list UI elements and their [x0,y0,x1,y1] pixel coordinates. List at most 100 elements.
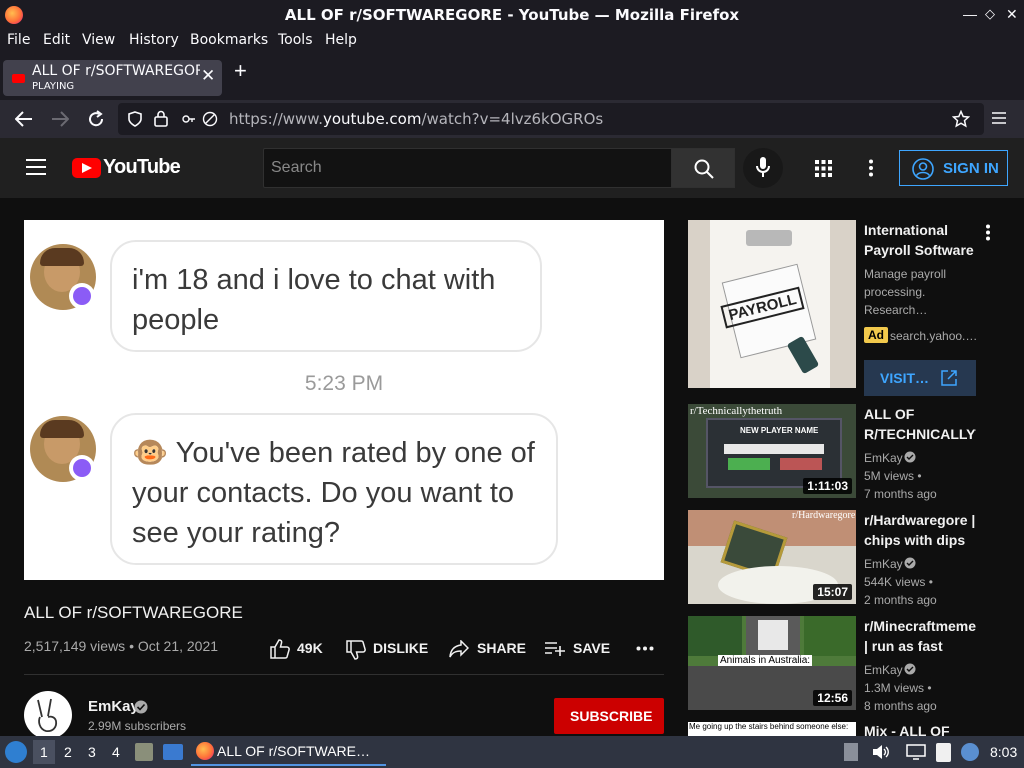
browser-tab[interactable]: ALL OF r/SOFTWAREGOR PLAYING ✕ [3,60,222,96]
workspace-1[interactable]: 1 [40,744,48,760]
channel-name[interactable]: EmKay [864,555,903,573]
thumb-caption: r/Technicallythetruth [690,405,783,417]
menu-file[interactable]: File [7,32,30,48]
video-thumbnail[interactable]: Animals in Australia: 12:56 [688,616,856,710]
video-thumbnail[interactable]: r/Hardwaregore 15:07 [688,510,856,604]
account-icon [912,158,934,180]
video-thumbnail[interactable]: Me going up the stairs behind someone el… [688,722,856,736]
notification-icon[interactable] [961,743,979,761]
external-link-icon [941,370,957,386]
back-icon[interactable] [15,111,33,127]
permissions-icon[interactable] [182,112,196,126]
playlist-add-icon [545,642,565,656]
window-title: ALL OF r/SOFTWAREGORE - YouTube — Mozill… [284,6,740,24]
video-title[interactable]: Mix - ALL OF [864,722,976,736]
youtube-header: YouTube Search SIGN IN [0,138,1024,198]
search-input[interactable]: Search [263,148,672,188]
firefox-icon [196,742,214,760]
video-duration: 12:56 [813,690,852,706]
menu-edit[interactable]: Edit [43,32,70,48]
forward-icon[interactable] [51,111,69,127]
thumb-caption: r/Hardwaregore [792,510,856,521]
ad-badge: Ad [864,327,888,343]
thumbs-up-icon [270,639,290,659]
menu-view[interactable]: View [82,32,115,48]
youtube-logo-text[interactable]: YouTube [103,156,181,179]
verified-check-icon [904,451,916,463]
video-thumbnail[interactable]: NEW PLAYER NAME r/Technicallythetruth 1:… [688,404,856,498]
close-icon[interactable]: ✕ [1006,6,1018,23]
maximize-icon[interactable]: ◇ [985,6,995,22]
clipboard-icon[interactable] [936,743,951,762]
video-duration: 1:11:03 [803,478,852,494]
workspace-3[interactable]: 3 [88,744,96,760]
video-title[interactable]: r/Minecraftmemes | run as fast as… [864,616,976,656]
workspace-4[interactable]: 4 [112,744,120,760]
url-bar[interactable]: https://www.youtube.com/watch?v=4lvz6kOG… [118,103,984,135]
new-tab-icon[interactable]: + [234,58,247,84]
taskbar-window-firefox[interactable]: ALL OF r/SOFTWARE… [191,738,386,766]
guide-menu-icon[interactable] [26,159,46,175]
search-placeholder: Search [271,159,322,176]
taskbar: 1 2 3 4 ALL OF r/SOFTWARE… 8:03 [0,736,1024,768]
chat-message-1: i'm 18 and i love to chat with people [132,264,496,336]
video-views: 5M views • [864,469,922,483]
chat-message-2: 🐵 You've been rated by one of your conta… [132,437,535,549]
menu-help[interactable]: Help [325,32,357,48]
minimize-icon[interactable]: — [963,6,977,22]
autoplay-blocked-icon[interactable] [202,111,218,127]
thumb-caption: Me going up the stairs behind someone el… [689,722,849,731]
video-player[interactable]: i'm 18 and i love to chat with people 5:… [24,220,664,580]
menu-history[interactable]: History [129,32,179,48]
youtube-logo-icon[interactable] [72,158,101,178]
chat-badge-icon [69,283,95,309]
channel-name[interactable]: EmKay [864,449,903,467]
save-label: SAVE [573,640,611,656]
more-actions-icon[interactable] [636,646,654,651]
reload-icon[interactable] [87,110,105,128]
subscribe-button[interactable]: SUBSCRIBE [554,698,664,734]
channel-name[interactable]: EmKay [88,698,139,715]
shield-icon[interactable] [128,111,142,127]
ad-more-icon[interactable] [985,224,991,241]
url-text[interactable]: https://www.youtube.com/watch?v=4lvz6kOG… [229,110,603,128]
clock: 8:03 [990,744,1018,760]
volume-icon[interactable] [872,744,890,760]
video-duration: 15:07 [813,584,852,600]
channel-name[interactable]: EmKay [864,661,903,679]
settings-more-icon[interactable] [868,159,874,177]
dislike-label: DISLIKE [373,640,429,656]
scroll-arrow-icon[interactable] [844,743,858,761]
bookmark-star-icon[interactable] [952,110,970,128]
network-icon[interactable] [906,744,926,760]
video-title[interactable]: r/Hardwaregore | chips with dips [864,510,976,550]
sign-in-button[interactable]: SIGN IN [899,150,1008,186]
desktop-icon[interactable] [163,744,183,760]
apps-grid-icon[interactable] [815,160,832,177]
window-titlebar: ALL OF r/SOFTWAREGORE - YouTube — Mozill… [0,0,1024,30]
video-views: 1.3M views • [864,681,932,695]
menu-tools[interactable]: Tools [278,32,313,48]
voice-search-button[interactable] [743,148,783,188]
sign-in-label: SIGN IN [943,160,999,177]
search-button[interactable] [671,148,735,188]
channel-avatar[interactable] [24,691,72,739]
start-menu-icon[interactable] [5,741,27,763]
chat-badge-icon [69,455,95,481]
video-title[interactable]: ALL OF R/TECHNICALLYT [864,404,976,444]
like-count: 49K [297,640,323,656]
divider [24,674,664,675]
hamburger-menu-icon[interactable] [992,112,1006,124]
ad-title[interactable]: International Payroll Software [864,220,976,260]
file-manager-icon[interactable] [135,743,153,761]
ad-visit-button[interactable]: VISIT… [864,360,976,396]
ad-thumbnail[interactable]: PAYROLL [688,220,856,388]
menu-bookmarks[interactable]: Bookmarks [190,32,268,48]
lock-icon[interactable] [154,110,168,127]
workspace-2[interactable]: 2 [64,744,72,760]
peace-hand-icon [37,698,58,733]
verified-check-icon [904,663,916,675]
video-meta: 2,517,149 views • Oct 21, 2021 [24,638,219,654]
tab-close-icon[interactable]: ✕ [201,66,215,86]
thumbs-down-icon [346,640,366,660]
